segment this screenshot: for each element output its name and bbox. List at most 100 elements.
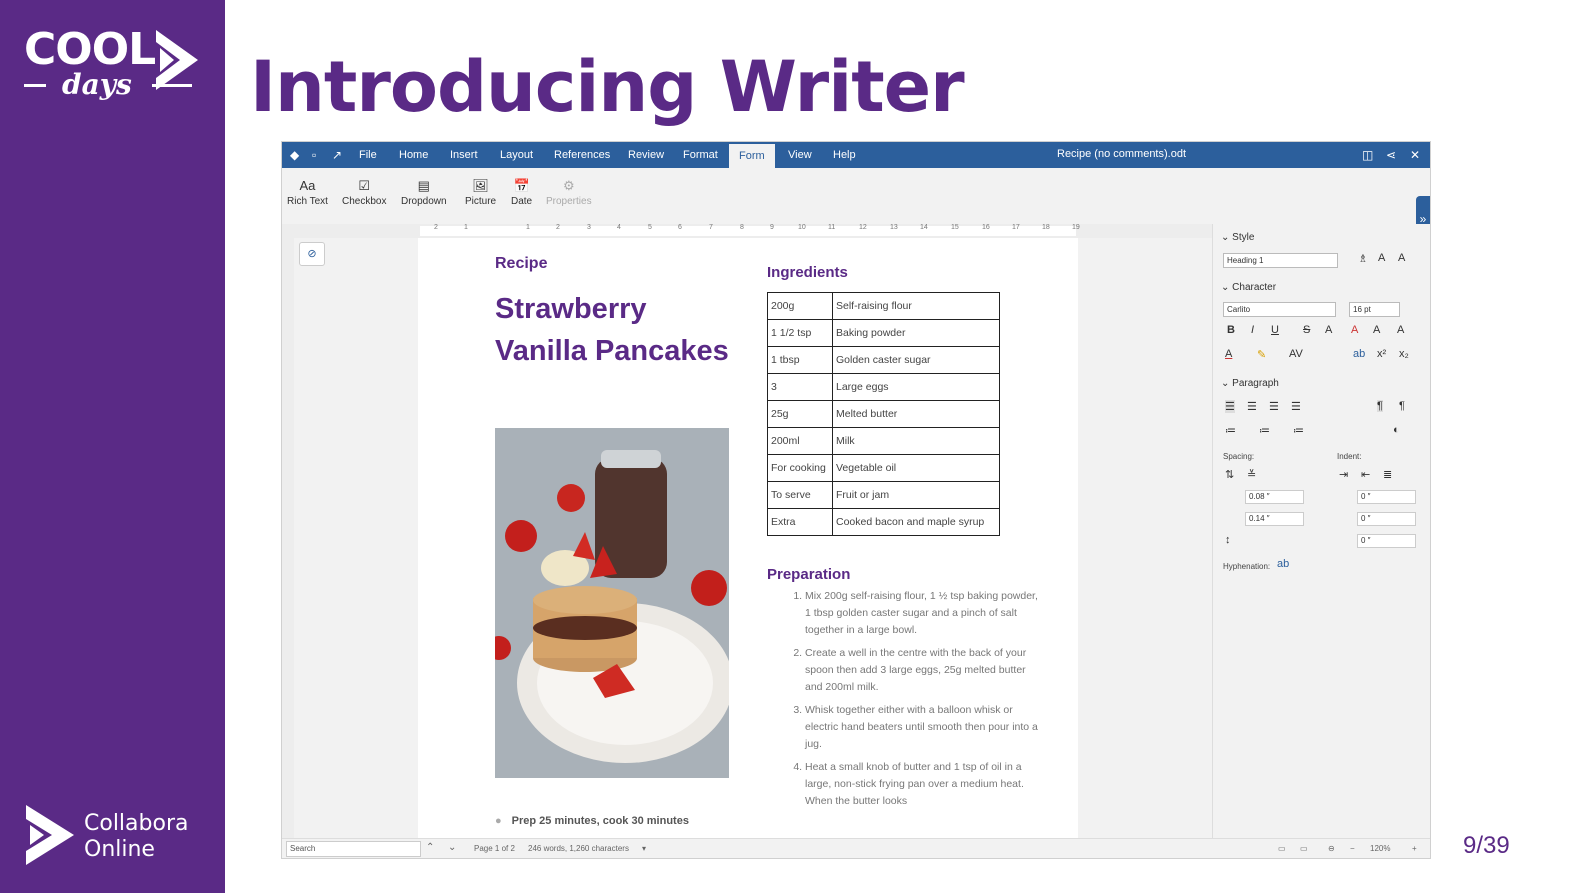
recipe-kicker[interactable]: Recipe [495, 255, 547, 273]
zoom-reset-icon[interactable]: ⊖ [1328, 844, 1335, 853]
table-row[interactable]: 25g Melted butter [767, 400, 1000, 428]
zoom-out-icon[interactable]: − [1350, 844, 1355, 853]
date-button[interactable]: 📅 Date [511, 178, 532, 207]
navigator-button[interactable]: ⊘ [299, 242, 325, 266]
dish-title[interactable]: Strawberry Vanilla Pancakes [495, 288, 745, 372]
update-style-icon[interactable]: A [1398, 252, 1405, 264]
table-row[interactable]: 1 1/2 tsp Baking powder [767, 319, 1000, 347]
menu-view[interactable]: View [788, 149, 812, 161]
shrink-font-icon[interactable]: A [1397, 324, 1404, 336]
ingredients-heading[interactable]: Ingredients [767, 264, 848, 281]
table-row[interactable]: 3 Large eggs [767, 373, 1000, 401]
bold-icon[interactable]: B [1227, 324, 1235, 336]
open-new-icon[interactable]: ↗ [332, 148, 342, 162]
menu-review[interactable]: Review [628, 149, 664, 161]
picture-button[interactable]: 🖼 Picture [465, 178, 496, 207]
fill-format-icon[interactable]: ♗ [1358, 252, 1368, 265]
decrease-spacing-icon[interactable]: ≚ [1247, 468, 1256, 481]
increase-indent-icon[interactable]: ⇥ [1339, 468, 1348, 481]
zoom-level[interactable]: 120% [1370, 844, 1390, 853]
share-icon[interactable]: ⋖ [1386, 148, 1396, 162]
line-spacing-icon[interactable]: ↕ [1225, 534, 1231, 546]
highlight-icon[interactable]: ✎ [1257, 348, 1266, 361]
menu-file[interactable]: File [359, 149, 377, 161]
decrease-indent-icon[interactable]: ⇤ [1361, 468, 1370, 481]
list-item[interactable]: Mix 200g self-raising flour, 1 ½ tsp bak… [805, 588, 1041, 639]
strikethrough-icon[interactable]: S [1303, 324, 1310, 336]
properties-button[interactable]: ⚙ Properties [546, 178, 592, 207]
spacing-icon[interactable]: AV [1289, 348, 1303, 360]
character-section-header[interactable]: ⌄ Character [1221, 282, 1276, 293]
ltr-icon[interactable]: ¶ [1377, 400, 1383, 412]
style-section-header[interactable]: ⌄ Style [1221, 232, 1254, 243]
hyphenation-icon[interactable]: ab [1277, 558, 1289, 570]
menu-references[interactable]: References [554, 149, 610, 161]
list-item[interactable]: Create a well in the centre with the bac… [805, 645, 1041, 696]
close-icon[interactable]: ✕ [1410, 148, 1420, 162]
document-title[interactable]: Recipe (no comments).odt [1057, 148, 1186, 160]
align-left-icon[interactable]: ☰ [1225, 400, 1235, 413]
justify-icon[interactable]: ☰ [1291, 400, 1301, 413]
menu-format[interactable]: Format [683, 149, 718, 161]
prep-time-note[interactable]: ● Prep 25 minutes, cook 30 minutes [495, 815, 689, 827]
checkbox-button[interactable]: ☑ Checkbox [342, 178, 386, 207]
align-right-icon[interactable]: ☰ [1269, 400, 1279, 413]
hanging-indent-icon[interactable]: ≣ [1383, 468, 1392, 481]
preparation-heading[interactable]: Preparation [767, 566, 850, 583]
font-name-select[interactable]: Carlito [1223, 302, 1336, 317]
menu-help[interactable]: Help [833, 149, 856, 161]
menu-form[interactable]: Form [729, 144, 775, 168]
clear-format-icon[interactable]: A [1351, 324, 1358, 336]
new-style-icon[interactable]: A [1378, 252, 1385, 264]
rich-text-button[interactable]: Aa Rich Text [287, 178, 328, 207]
paragraph-style-select[interactable]: Heading 1 [1223, 253, 1338, 268]
numbering-icon[interactable]: ≔ [1259, 424, 1270, 437]
search-up-icon[interactable]: ⌃ [426, 842, 434, 853]
italic-icon[interactable]: I [1251, 324, 1254, 336]
rtl-icon[interactable]: ¶ [1399, 400, 1405, 412]
spacing-above-input[interactable]: 0.08 ″ [1245, 490, 1304, 504]
list-item[interactable]: Whisk together either with a balloon whi… [805, 702, 1041, 753]
table-row[interactable]: To serve Fruit or jam [767, 481, 1000, 509]
outline-icon[interactable]: ≔ [1293, 424, 1304, 437]
background-color-icon[interactable]: ◐ [1393, 424, 1400, 436]
document-canvas[interactable]: Recipe Strawberry Vanilla Pancakes ● Pre… [294, 238, 1212, 858]
spacing-below-input[interactable]: 0.14 ″ [1245, 512, 1304, 526]
vertical-ruler[interactable] [282, 238, 294, 838]
pancake-photo[interactable] [495, 428, 729, 778]
table-row[interactable]: 200g Self-raising flour [767, 292, 1000, 320]
layout-single-icon[interactable]: ▭ [1278, 844, 1286, 853]
increase-spacing-icon[interactable]: ⇅ [1225, 468, 1234, 481]
horizontal-ruler[interactable]: 2 1 1 2 3 4 5 6 7 8 9 10 11 12 13 14 15 … [282, 224, 1212, 239]
dropdown-button[interactable]: ▤ Dropdown [401, 178, 447, 207]
preparation-steps[interactable]: Mix 200g self-raising flour, 1 ½ tsp bak… [767, 588, 1041, 816]
align-center-icon[interactable]: ☰ [1247, 400, 1257, 413]
case-icon[interactable]: ab [1353, 348, 1365, 360]
indent-before-input[interactable]: 0 ″ [1357, 490, 1416, 504]
menu-insert[interactable]: Insert [450, 149, 478, 161]
paragraph-section-header[interactable]: ⌄ Paragraph [1221, 378, 1279, 389]
sidebar-toggle-icon[interactable]: ◫ [1362, 148, 1373, 162]
table-row[interactable]: Extra Cooked bacon and maple syrup [767, 508, 1000, 536]
menu-layout[interactable]: Layout [500, 149, 533, 161]
list-item[interactable]: Heat a small knob of butter and 1 tsp of… [805, 759, 1041, 810]
table-row[interactable]: 200ml Milk [767, 427, 1000, 455]
font-color-icon[interactable]: A [1225, 348, 1232, 360]
superscript-icon[interactable]: x² [1377, 348, 1386, 360]
subscript-icon[interactable]: x₂ [1399, 348, 1409, 360]
search-down-icon[interactable]: ⌄ [448, 842, 456, 853]
zoom-in-icon[interactable]: + [1412, 844, 1417, 853]
layout-multi-icon[interactable]: ▭ [1300, 844, 1308, 853]
indent-first-line-input[interactable]: 0 ″ [1357, 534, 1416, 548]
underline-icon[interactable]: U [1271, 324, 1279, 336]
menu-home[interactable]: Home [399, 149, 428, 161]
table-row[interactable]: For cooking Vegetable oil [767, 454, 1000, 482]
bullets-icon[interactable]: ≔ [1225, 424, 1236, 437]
ingredients-table[interactable]: 200g Self-raising flour 1 1/2 tsp Baking p… [767, 292, 1000, 536]
grow-font-icon[interactable]: A [1373, 324, 1380, 336]
table-row[interactable]: 1 tbsp Golden caster sugar [767, 346, 1000, 374]
font-size-select[interactable]: 16 pt [1349, 302, 1400, 317]
shadow-icon[interactable]: A [1325, 324, 1332, 336]
language-dropdown-icon[interactable]: ▾ [642, 844, 646, 853]
indent-after-input[interactable]: 0 ″ [1357, 512, 1416, 526]
